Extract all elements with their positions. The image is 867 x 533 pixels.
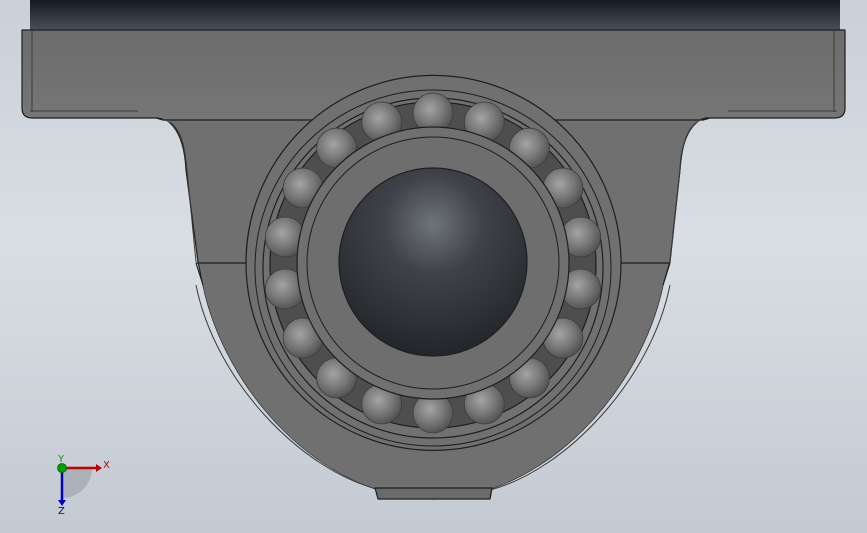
triad-plane-shading bbox=[62, 468, 92, 498]
y-axis-label: Y bbox=[57, 454, 65, 465]
x-axis-label: X bbox=[103, 460, 110, 471]
bottom-pad[interactable] bbox=[374, 487, 493, 500]
inner-assembly[interactable] bbox=[296, 126, 570, 400]
shaft-bore[interactable] bbox=[338, 167, 528, 357]
z-axis-label: Z bbox=[58, 506, 65, 517]
3d-model-viewport[interactable] bbox=[0, 0, 867, 533]
x-axis-arrow-icon bbox=[96, 464, 102, 472]
coordinate-triad: X Y Z bbox=[57, 454, 110, 517]
